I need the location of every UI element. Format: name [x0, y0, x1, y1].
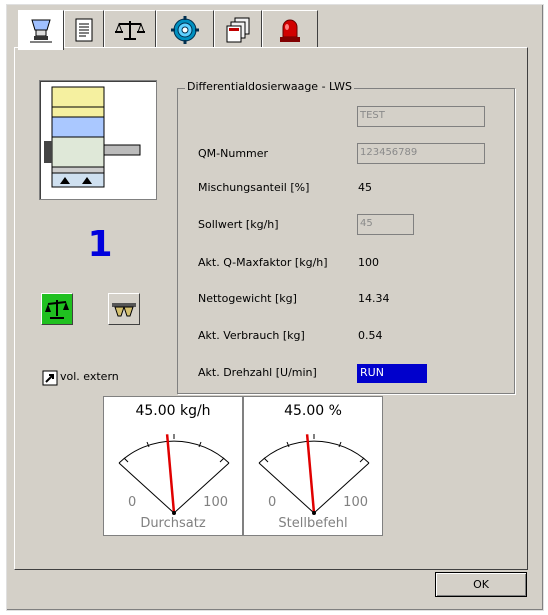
files-icon — [226, 17, 250, 42]
mix-share-value: 45 — [358, 181, 372, 194]
tab-scale[interactable] — [104, 10, 156, 48]
gauge-name: Durchsatz — [140, 516, 206, 531]
vol-extern-label: vol. extern — [60, 370, 119, 383]
hopper-icon — [30, 19, 52, 42]
q-max-factor-value: 100 — [358, 256, 379, 269]
tab-alarm[interactable] — [262, 10, 318, 48]
gauge-value: 45.00 kg/h — [135, 403, 211, 419]
mix-share-label: Mischungsanteil [%] — [198, 181, 310, 194]
dosing-unit-number: 1 — [87, 224, 113, 265]
gauge-needle — [165, 434, 176, 514]
speed-status-field: RUN — [357, 364, 427, 383]
dosing-unit-image — [39, 80, 157, 200]
gauge-max: 100 — [203, 495, 228, 510]
net-weight-label: Nettogewicht [kg] — [198, 292, 297, 305]
document-icon — [75, 18, 93, 41]
weighing-mode-button[interactable] — [41, 293, 73, 325]
consumption-value: 0.54 — [358, 329, 383, 342]
gear-icon — [171, 15, 199, 44]
ok-button[interactable]: OK — [435, 572, 527, 597]
tab-document[interactable] — [64, 10, 104, 48]
scale-icon — [45, 300, 69, 319]
volumetric-mode-button[interactable] — [108, 293, 140, 325]
tare-icon — [112, 303, 136, 317]
parameter-group — [177, 88, 515, 394]
tab-files[interactable] — [214, 10, 262, 48]
tab-settings[interactable] — [156, 10, 214, 48]
dosing-machine-icon — [44, 86, 141, 188]
gauge-max: 100 — [343, 495, 368, 510]
gauge-min: 0 — [128, 495, 137, 510]
gauge-needle — [305, 434, 316, 514]
throughput-gauge: 45.00 kg/h 0 100 Durchsatz — [103, 396, 243, 536]
qm-number-field[interactable]: 123456789 — [357, 143, 485, 164]
alarm-light-icon — [280, 19, 300, 42]
speed-label: Akt. Drehzahl [U/min] — [198, 366, 317, 379]
group-title: Differentialdosierwaage - LWS — [185, 80, 355, 93]
setpoint-label: Sollwert [kg/h] — [198, 218, 279, 231]
name-field[interactable]: TEST — [357, 106, 485, 127]
control-command-gauge: 45.00 % 0 100 Stellbefehl — [243, 396, 383, 536]
gauge-name: Stellbefehl — [278, 516, 348, 531]
q-max-factor-label: Akt. Q-Maxfaktor [kg/h] — [198, 256, 328, 269]
external-arrow-icon — [42, 370, 58, 386]
balance-icon — [115, 20, 145, 40]
setpoint-field[interactable]: 45 — [357, 214, 414, 235]
gauge-min: 0 — [268, 495, 277, 510]
qm-number-label: QM-Nummer — [198, 147, 269, 160]
gauge-value: 45.00 % — [284, 403, 342, 419]
tab-dosing[interactable] — [18, 10, 64, 50]
consumption-label: Akt. Verbrauch [kg] — [198, 329, 305, 342]
net-weight-value: 14.34 — [358, 292, 390, 305]
